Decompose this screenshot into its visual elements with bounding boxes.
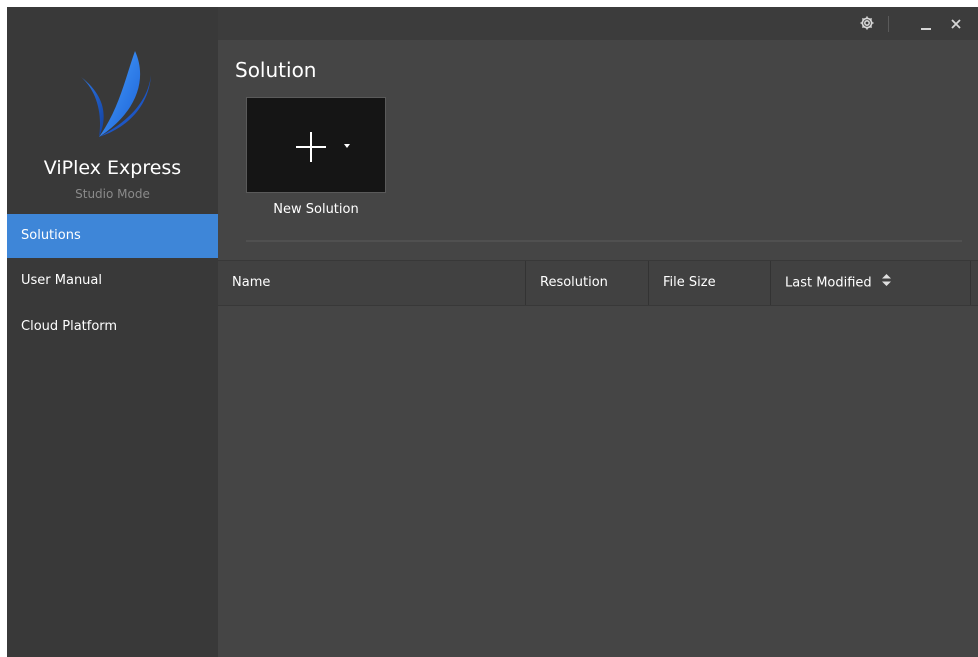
title-bar-separator — [888, 16, 889, 32]
table-header: Name Resolution File Size Last Modified — [218, 260, 978, 306]
app-window: ViPlex Express Studio Mode Solutions Use… — [7, 7, 978, 657]
column-file-size[interactable]: File Size — [649, 261, 771, 305]
column-name-label: Name — [232, 275, 271, 290]
app-mode-label: Studio Mode — [75, 187, 150, 201]
column-file-size-label: File Size — [663, 275, 716, 290]
sort-icon[interactable] — [881, 261, 891, 305]
sidebar-item-solutions[interactable]: Solutions — [7, 214, 218, 258]
close-icon[interactable] — [944, 7, 968, 40]
title-bar — [218, 7, 978, 40]
table-body — [218, 306, 978, 657]
new-solution-button[interactable] — [246, 97, 386, 193]
new-solution-label: New Solution — [273, 202, 359, 217]
main-content: Solution New Solution Name Resolution Fi… — [218, 40, 978, 657]
sidebar-item-cloud-platform[interactable]: Cloud Platform — [7, 305, 218, 349]
column-resolution-label: Resolution — [540, 275, 608, 290]
gear-icon[interactable] — [854, 7, 880, 40]
minimize-icon[interactable] — [914, 7, 938, 40]
sidebar-item-user-manual[interactable]: User Manual — [7, 259, 218, 303]
column-last-modified[interactable]: Last Modified — [771, 261, 971, 305]
add-icon — [296, 132, 350, 162]
column-name[interactable]: Name — [218, 261, 526, 305]
column-last-modified-label: Last Modified — [785, 275, 872, 291]
page-title: Solution — [235, 58, 317, 82]
app-title: ViPlex Express — [43, 157, 182, 179]
divider — [246, 240, 962, 242]
column-resolution[interactable]: Resolution — [526, 261, 649, 305]
sidebar: ViPlex Express Studio Mode Solutions Use… — [7, 7, 218, 657]
app-logo — [81, 51, 151, 137]
